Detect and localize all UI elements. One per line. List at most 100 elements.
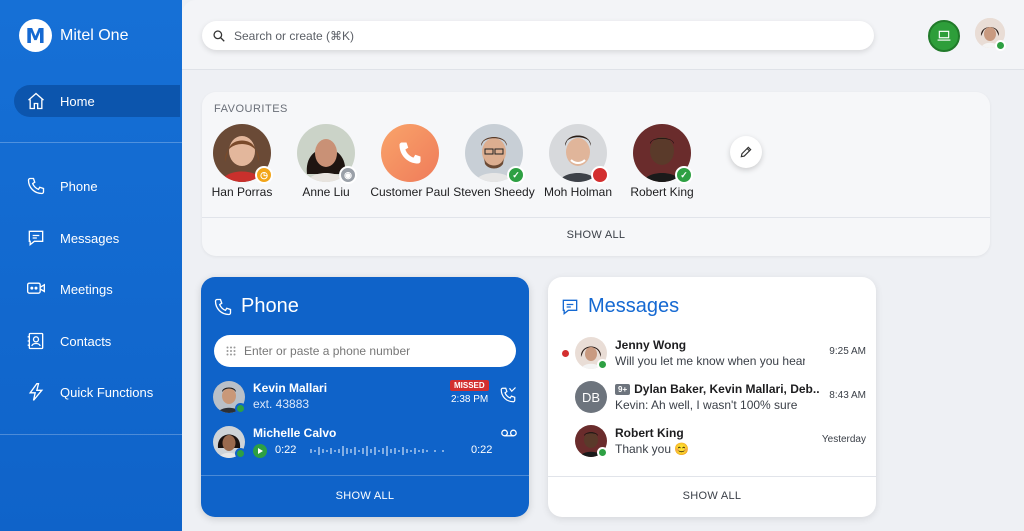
- sidebar-item-label: Meetings: [60, 281, 113, 297]
- message-thread[interactable]: Robert King Thank you 😊 Yesterday: [560, 425, 866, 465]
- phone-icon: [399, 142, 421, 164]
- favourites-card: FAVOURITES ◷ Han Porras ◉ Anne Liu Custo…: [202, 92, 990, 256]
- card-title-text: Phone: [241, 295, 299, 317]
- divider: [201, 475, 529, 476]
- sidebar-item-quick-functions[interactable]: Quick Functions: [14, 376, 180, 408]
- favourite-name: Anne Liu: [302, 185, 350, 199]
- laptop-icon: [937, 30, 951, 41]
- meeting-icon: [26, 282, 45, 294]
- voicemail-icon: [501, 429, 517, 437]
- caller-name: Michelle Calvo: [253, 426, 337, 440]
- sidebar-item-meetings[interactable]: Meetings: [14, 273, 180, 305]
- favourite-contact[interactable]: ◉ Anne Liu: [281, 124, 371, 199]
- thread-preview: Thank you 😊: [615, 442, 690, 456]
- presence-online-badge: [235, 448, 246, 459]
- mitel-logo-icon: M: [19, 19, 52, 52]
- presence-online-badge: [597, 359, 608, 370]
- favourite-name: Han Porras: [211, 185, 273, 199]
- divider: [202, 217, 990, 218]
- avatar: ✓: [465, 124, 525, 184]
- phone-icon: [27, 177, 45, 195]
- phone-input-placeholder: Enter or paste a phone number: [244, 344, 411, 358]
- caller-name: Kevin Mallari: [253, 381, 328, 395]
- message-icon: [28, 230, 44, 247]
- phone-contact-avatar: [381, 124, 439, 182]
- thread-time: 9:25 AM: [829, 346, 866, 357]
- sidebar-divider: [0, 142, 182, 143]
- sidebar-divider: [0, 434, 182, 435]
- busy-status-icon: [591, 166, 609, 184]
- presence-online-badge: [597, 447, 608, 458]
- edit-favourites-button[interactable]: [730, 136, 762, 168]
- app-name: Mitel One: [60, 26, 129, 44]
- messages-show-all-button[interactable]: SHOW ALL: [548, 490, 876, 502]
- away-clock-icon: ◷: [255, 166, 273, 184]
- favourites-title: FAVOURITES: [214, 103, 288, 115]
- message-icon: [562, 299, 578, 315]
- sidebar-item-label: Quick Functions: [60, 384, 154, 400]
- sidebar-item-phone[interactable]: Phone: [14, 170, 180, 202]
- thread-name: Jenny Wong: [615, 338, 687, 352]
- phone-number-input[interactable]: Enter or paste a phone number: [214, 335, 516, 367]
- favourite-name: Customer Paul: [370, 185, 450, 199]
- call-history-row[interactable]: Kevin Mallari ext. 43883 MISSED 2:38 PM: [213, 380, 519, 421]
- avatar: [381, 124, 439, 182]
- lightning-icon: [28, 383, 44, 401]
- favourite-name: Moh Holman: [543, 185, 613, 199]
- favourite-contact[interactable]: ◷ Han Porras: [197, 124, 287, 199]
- main-area: Search or create (⌘K) FAVOURITES ◷ Han P…: [182, 0, 1024, 531]
- favourites-show-all-button[interactable]: SHOW ALL: [202, 229, 990, 241]
- screen-share-button[interactable]: [928, 20, 960, 52]
- sidebar-item-label: Contacts: [60, 333, 112, 349]
- favourite-name: Robert King: [630, 185, 694, 199]
- avatar: ◉: [297, 124, 357, 184]
- card-title-text: Messages: [588, 295, 680, 317]
- favourite-contact[interactable]: Customer Paul: [365, 124, 455, 199]
- voicemail-waveform[interactable]: [305, 445, 465, 457]
- search-icon: [213, 29, 225, 42]
- sidebar-item-label: Messages: [60, 230, 120, 246]
- phone-icon: [214, 298, 232, 315]
- presence-online-badge: [995, 40, 1006, 51]
- contacts-icon: [27, 332, 44, 350]
- favourite-contact[interactable]: Moh Holman: [533, 124, 623, 199]
- unread-indicator: [562, 350, 569, 357]
- favourite-contact[interactable]: ✓ Steven Sheedy: [449, 124, 539, 199]
- online-check-icon: ✓: [507, 166, 525, 184]
- search-input[interactable]: Search or create (⌘K): [202, 21, 874, 50]
- search-placeholder: Search or create (⌘K): [234, 28, 355, 43]
- participant-count-badge: 9+: [615, 384, 631, 396]
- call-time: 2:38 PM: [451, 394, 489, 405]
- sidebar-item-messages[interactable]: Messages: [14, 222, 180, 254]
- thread-time: 8:43 AM: [829, 390, 866, 401]
- phone-show-all-button[interactable]: SHOW ALL: [201, 490, 529, 502]
- favourite-name: Steven Sheedy: [453, 185, 535, 199]
- voicemail-duration: 0:22: [471, 444, 493, 456]
- thread-name: 9+ Dylan Baker, Kevin Mallari, Deb..: [615, 382, 820, 396]
- offline-status-icon: ◉: [339, 166, 357, 184]
- home-icon: [28, 92, 44, 110]
- top-bar: Search or create (⌘K): [182, 0, 1024, 70]
- thread-name-text: Dylan Baker, Kevin Mallari, Deb..: [634, 382, 820, 396]
- voicemail-elapsed: 0:22: [275, 444, 297, 456]
- thread-preview: Will you let me know when you hear…: [615, 354, 805, 368]
- message-thread[interactable]: Jenny Wong Will you let me know when you…: [560, 337, 866, 377]
- missed-call-icon[interactable]: [499, 386, 517, 404]
- divider: [548, 476, 876, 477]
- sidebar-item-label: Phone: [60, 178, 98, 194]
- messages-card: Messages Jenny Wong Will you let me know…: [548, 277, 876, 517]
- group-avatar: DB: [575, 381, 607, 413]
- thread-preview: Kevin: Ah well, I wasn't 100% sure: [615, 398, 798, 412]
- favourite-contact[interactable]: ✓ Robert King: [617, 124, 707, 199]
- call-history-row[interactable]: Michelle Calvo 0:22 0:22: [213, 426, 519, 466]
- brand: M Mitel One: [19, 19, 128, 52]
- avatar: ◷: [213, 124, 273, 184]
- caller-extension: ext. 43883: [253, 397, 310, 411]
- sidebar-item-contacts[interactable]: Contacts: [14, 325, 180, 357]
- sidebar: M Mitel One Home Phone Messages Meetings…: [0, 0, 182, 531]
- pencil-icon: [740, 146, 752, 158]
- play-voicemail-icon[interactable]: [253, 444, 267, 458]
- sidebar-item-home[interactable]: Home: [14, 85, 180, 117]
- message-thread[interactable]: DB 9+ Dylan Baker, Kevin Mallari, Deb.. K…: [560, 381, 866, 421]
- dialpad-icon: [226, 346, 236, 356]
